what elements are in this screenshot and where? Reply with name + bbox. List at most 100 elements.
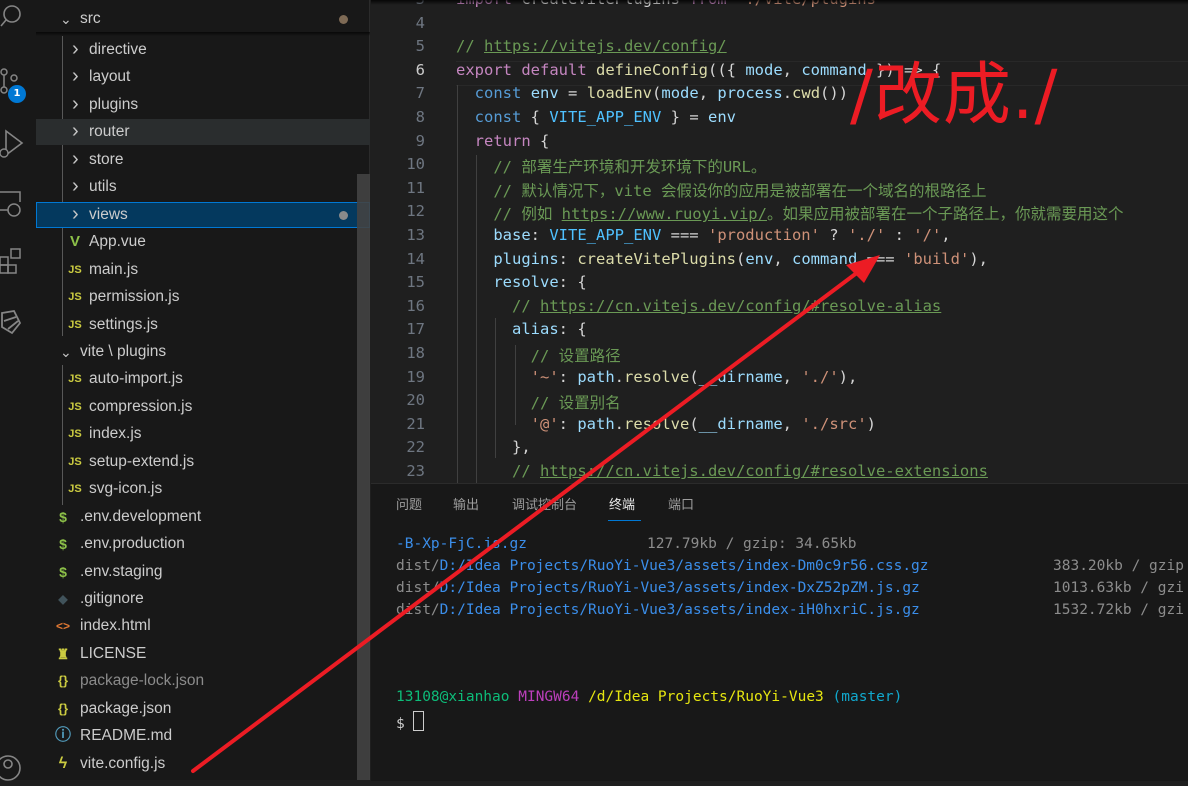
- js-file-icon: JS: [68, 373, 82, 386]
- search-icon[interactable]: [0, 0, 36, 36]
- file-svg-icon-js[interactable]: JS svg-icon.js: [36, 476, 370, 502]
- file-readme-md[interactable]: ⓘ README.md: [36, 723, 370, 749]
- modified-dot-icon: [339, 15, 348, 24]
- prompt-path: /d/Idea Projects/RuoYi-Vue3: [588, 689, 824, 705]
- active-tab-underline: [608, 520, 641, 521]
- folder-label: vite \ plugins: [80, 342, 167, 360]
- code-line: // 部署生产环境和开发环境下的URL。: [493, 158, 767, 177]
- file-index-js[interactable]: JS index.js: [36, 421, 370, 447]
- line-number: 7: [415, 84, 425, 103]
- js-file-icon: JS: [68, 318, 82, 331]
- file-package-json[interactable]: {} package.json: [36, 696, 370, 722]
- file-settings-js[interactable]: JS settings.js: [36, 312, 370, 338]
- file-label: .env.staging: [80, 562, 163, 580]
- git-file-icon: ◆: [58, 592, 68, 606]
- folder-router[interactable]: › router: [36, 119, 370, 146]
- code-line: alias: {: [512, 320, 587, 339]
- tab-terminal[interactable]: 终端: [609, 494, 635, 513]
- file-package-lock-json[interactable]: {} package-lock.json: [36, 668, 370, 694]
- chevron-right-icon: ›: [72, 92, 79, 115]
- file-label: package.json: [80, 699, 172, 717]
- file-setup-extend-js[interactable]: JS setup-extend.js: [36, 449, 370, 475]
- chevron-right-icon: ›: [72, 65, 79, 88]
- folder-label: directive: [89, 41, 147, 58]
- js-file-icon: JS: [68, 263, 82, 276]
- remote-explorer-icon[interactable]: [0, 188, 36, 224]
- folder-src[interactable]: ⌄ src: [36, 6, 370, 32]
- folder-views[interactable]: › views: [36, 201, 370, 228]
- file-permission-js[interactable]: JS permission.js: [36, 284, 370, 310]
- terminal-line: dist/D:/Idea Projects/RuoYi-Vue3/assets/…: [396, 558, 1184, 574]
- prompt-user: 13108@xianhao: [396, 689, 510, 705]
- file--env-staging[interactable]: $ .env.staging: [36, 559, 370, 585]
- code-line: const { VITE_APP_ENV } = env: [474, 108, 736, 126]
- code-editor[interactable]: 3import createVitePlugins from './vite/p…: [371, 0, 1188, 485]
- output-file: D:/Idea Projects/RuoYi-Vue3/assets/index…: [439, 602, 920, 618]
- folder-directive[interactable]: › directive: [36, 37, 370, 63]
- line-number: 8: [415, 108, 425, 126]
- line-number: 14: [406, 249, 425, 268]
- code-line: plugins: createVitePlugins(env, command …: [493, 249, 988, 268]
- code-line: '~': path.resolve(__dirname, './'),: [530, 367, 858, 386]
- folder-utils[interactable]: › utils: [36, 174, 370, 200]
- folder-label: src: [80, 10, 101, 27]
- file-main-js[interactable]: JS main.js: [36, 257, 370, 283]
- folder-label: utils: [89, 178, 117, 196]
- license-file-icon: ♜: [56, 645, 70, 662]
- chevron-right-icon: ›: [72, 120, 79, 143]
- line-number: 13: [406, 226, 425, 244]
- file-compression-js[interactable]: JS compression.js: [36, 394, 370, 420]
- terminal-line: dist/D:/Idea Projects/RuoYi-Vue3/assets/…: [396, 580, 1184, 596]
- file-label: index.js: [89, 425, 142, 443]
- folder-label: plugins: [89, 95, 139, 113]
- account-icon[interactable]: [0, 750, 36, 786]
- copilot-icon[interactable]: [0, 305, 36, 341]
- output-size: 1013.63kb / gzi: [1053, 580, 1184, 596]
- file-label: package-lock.json: [80, 672, 205, 690]
- tab-ports[interactable]: 端口: [668, 494, 694, 513]
- file-label: App.vue: [89, 233, 146, 251]
- code-line: },: [456, 438, 531, 457]
- run-debug-icon[interactable]: [0, 125, 36, 161]
- file-label: svg-icon.js: [89, 480, 163, 498]
- file-license[interactable]: ♜ LICENSE: [36, 641, 370, 667]
- prompt-symbol: $: [396, 716, 405, 732]
- file-label: index.html: [80, 617, 151, 635]
- tab-output[interactable]: 输出: [453, 494, 479, 513]
- modified-dot-icon: [339, 210, 348, 220]
- chevron-right-icon: ›: [72, 175, 79, 198]
- prompt-branch: (master): [832, 689, 903, 705]
- tab-debug-console[interactable]: 调试控制台: [512, 494, 577, 513]
- prompt-system: MINGW64: [518, 689, 580, 705]
- json-file-icon: {}: [57, 700, 69, 716]
- folder-store[interactable]: › store: [36, 147, 370, 173]
- line-number: 4: [415, 13, 425, 32]
- file-label: .gitignore: [80, 590, 144, 607]
- js-file-icon: JS: [68, 455, 82, 468]
- tab-problems[interactable]: 问题: [396, 494, 422, 513]
- folder-label: views: [89, 205, 128, 223]
- line-number: 23: [406, 462, 425, 480]
- file--env-development[interactable]: $ .env.development: [36, 504, 370, 530]
- file-vite-config-js[interactable]: ϟ vite.config.js: [36, 751, 370, 777]
- folder-vite-plugins[interactable]: ⌄ vite \ plugins: [36, 339, 370, 365]
- explorer-scrollbar[interactable]: [357, 174, 370, 780]
- extensions-icon[interactable]: [0, 245, 36, 281]
- code-line: // https://vitejs.dev/config/: [456, 37, 727, 56]
- file-app-vue[interactable]: V App.vue: [36, 229, 370, 255]
- file-label: .env.production: [80, 535, 185, 553]
- terminal-input-line[interactable]: $: [396, 711, 424, 732]
- code-line: // https://cn.vitejs.dev/config/#resolve…: [512, 296, 942, 315]
- file-index-html[interactable]: <> index.html: [36, 613, 370, 639]
- file--env-production[interactable]: $ .env.production: [36, 531, 370, 557]
- env-file-icon: $: [59, 508, 67, 525]
- file-label: permission.js: [89, 288, 180, 306]
- output-size: 127.79kb / gzip: 34.65kb: [647, 536, 857, 552]
- code-line: return {: [474, 131, 550, 150]
- terminal-cursor: [412, 711, 424, 731]
- chevron-right-icon: ›: [72, 38, 79, 60]
- folder-layout[interactable]: › layout: [36, 64, 370, 90]
- file--gitignore[interactable]: ◆ .gitignore: [36, 586, 370, 612]
- file-auto-import-js[interactable]: JS auto-import.js: [36, 366, 370, 392]
- folder-plugins[interactable]: › plugins: [36, 92, 370, 118]
